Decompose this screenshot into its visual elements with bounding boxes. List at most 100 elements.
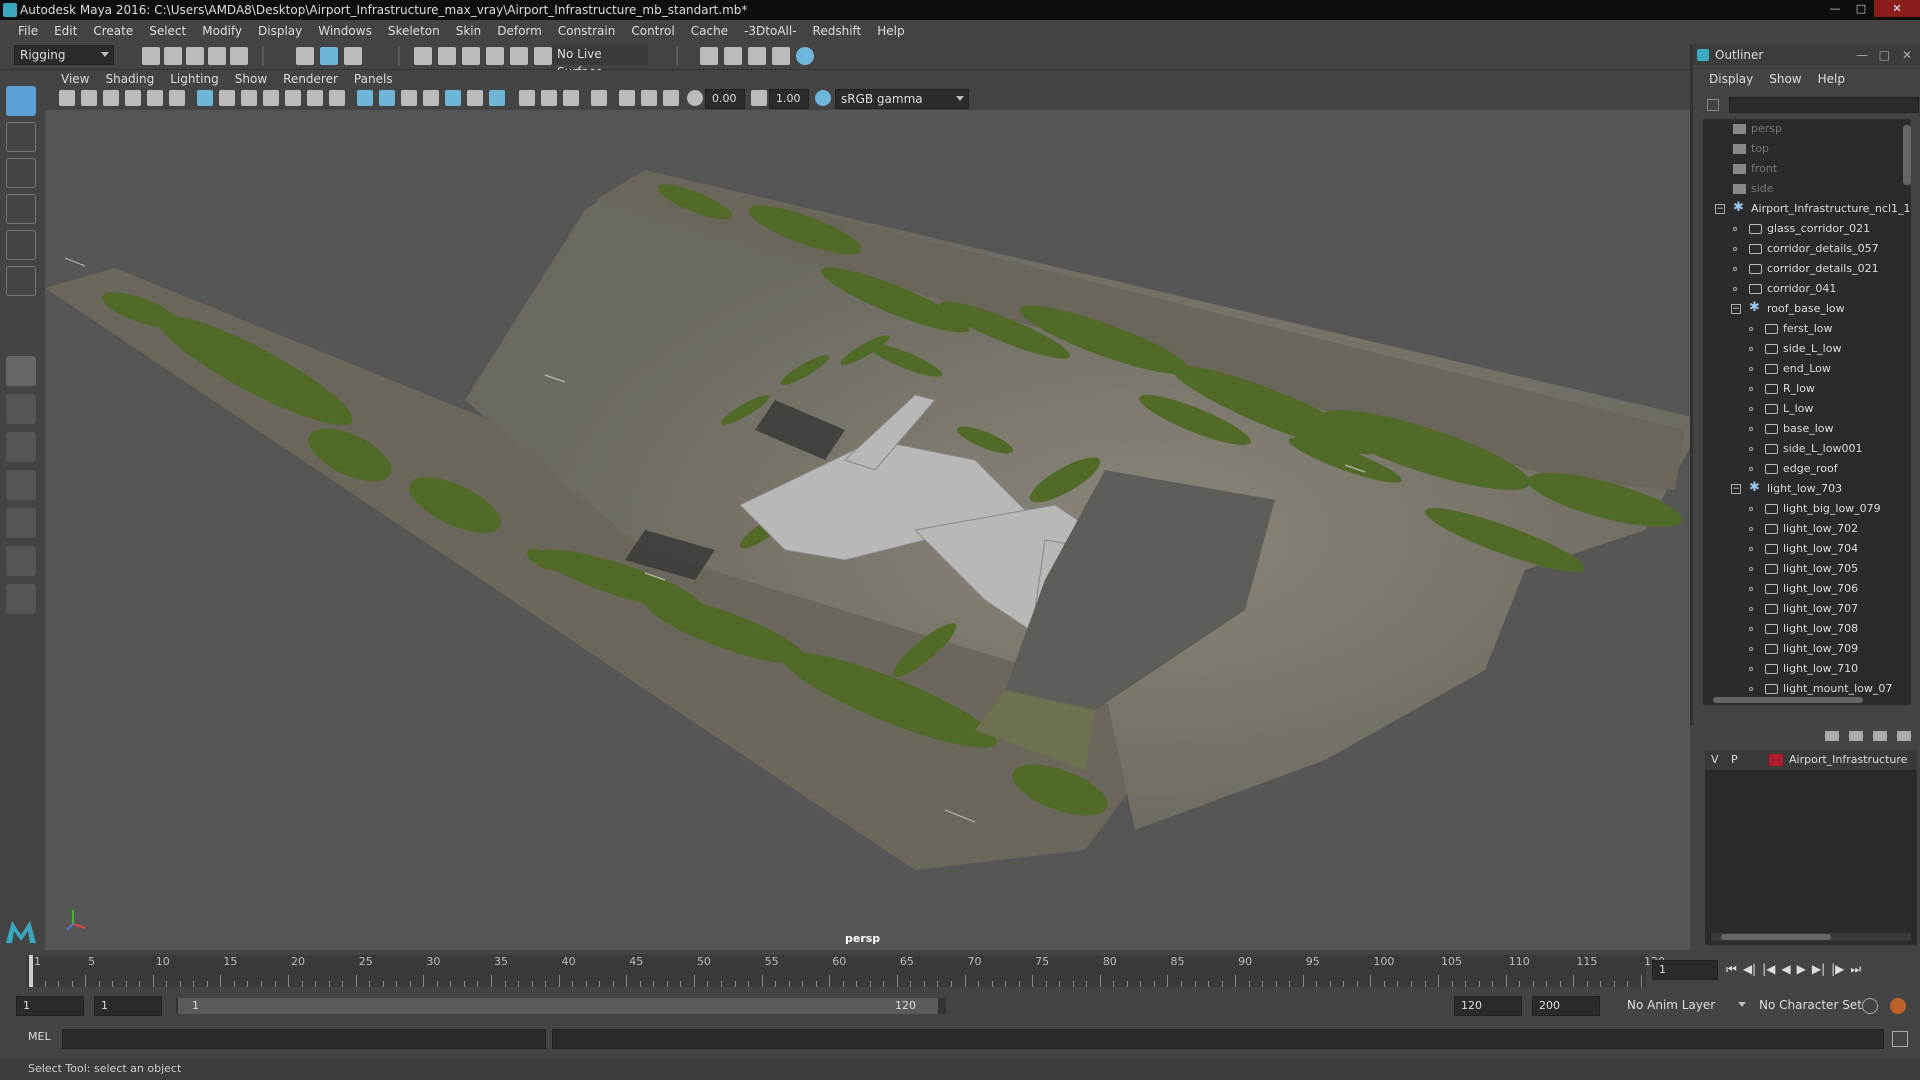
- bookmark-icon[interactable]: [103, 90, 119, 106]
- panel-menu-show[interactable]: Show: [227, 70, 275, 88]
- motion-blur-icon[interactable]: [519, 90, 535, 106]
- outliner-item[interactable]: light_low_710: [1703, 659, 1911, 679]
- outliner-item[interactable]: persp: [1703, 119, 1911, 139]
- mel-input[interactable]: [62, 1029, 546, 1049]
- outliner-menu-show[interactable]: Show: [1761, 69, 1809, 89]
- open-scene-icon[interactable]: [164, 47, 182, 65]
- new-layer-icon[interactable]: [1873, 731, 1887, 741]
- outliner-item[interactable]: light_low_702: [1703, 519, 1911, 539]
- outliner-item[interactable]: ferst_low: [1703, 319, 1911, 339]
- range-slider[interactable]: 1 120: [176, 998, 946, 1014]
- outliner-item[interactable]: side_L_low: [1703, 339, 1911, 359]
- collapse-icon[interactable]: −: [1715, 204, 1725, 214]
- move-tool-icon[interactable]: [6, 194, 36, 224]
- menu-control[interactable]: Control: [623, 20, 682, 42]
- gate-mask-icon[interactable]: [263, 90, 279, 106]
- lasso-tool-icon[interactable]: [6, 122, 36, 152]
- scale-tool-icon[interactable]: [6, 266, 36, 296]
- minimize-icon[interactable]: —: [1822, 0, 1848, 17]
- close-icon[interactable]: ✕: [1902, 45, 1912, 65]
- layer-scrollbar[interactable]: [1711, 933, 1911, 941]
- snap-curve-icon[interactable]: [438, 47, 456, 65]
- snap-live-icon[interactable]: [510, 47, 528, 65]
- panel-menu-renderer[interactable]: Renderer: [275, 70, 346, 88]
- resolution-gate-icon[interactable]: [241, 90, 257, 106]
- render-current-frame-icon[interactable]: [724, 47, 742, 65]
- outliner-item[interactable]: light_low_708: [1703, 619, 1911, 639]
- time-slider[interactable]: 1 5 10 15 20 25 30 35 40 45 50 55 60 65 70 75 80 85 90 95 10…: [0, 952, 1920, 992]
- outliner-item[interactable]: side: [1703, 179, 1911, 199]
- new-scene-icon[interactable]: [142, 47, 160, 65]
- isolate-select-icon[interactable]: [591, 90, 607, 106]
- maximize-icon[interactable]: □: [1848, 0, 1874, 17]
- paint-select-tool-icon[interactable]: [6, 158, 36, 188]
- image-plane-icon[interactable]: [125, 90, 141, 106]
- layer-playback-toggle[interactable]: P: [1731, 750, 1738, 770]
- save-scene-icon[interactable]: [186, 47, 204, 65]
- persp-hypershade-layout-icon[interactable]: [6, 508, 36, 538]
- filter-icon[interactable]: [1707, 99, 1719, 111]
- play-backwards-icon[interactable]: ◀: [1781, 962, 1790, 977]
- menu-help[interactable]: Help: [869, 20, 912, 42]
- scrollbar-thumb[interactable]: [1721, 934, 1831, 940]
- outliner-item[interactable]: corridor_041: [1703, 279, 1911, 299]
- menu-constrain[interactable]: Constrain: [550, 20, 624, 42]
- go-to-end-icon[interactable]: ⏭: [1850, 962, 1861, 977]
- close-icon[interactable]: ✕: [1874, 0, 1920, 17]
- gamma-field[interactable]: 1.00: [769, 89, 809, 109]
- select-camera-icon[interactable]: [59, 90, 75, 106]
- rotate-tool-icon[interactable]: [6, 230, 36, 260]
- layer-row[interactable]: V P Airport_Infrastructure: [1705, 750, 1917, 770]
- camera-attributes-icon[interactable]: [81, 90, 97, 106]
- menu-3dtoall[interactable]: -3DtoAll-: [736, 20, 804, 42]
- menu-set-dropdown[interactable]: Rigging: [14, 45, 114, 65]
- outliner-horizontal-scrollbar[interactable]: [1703, 695, 1911, 705]
- range-slider-handle[interactable]: 1 120: [178, 998, 938, 1014]
- textured-icon[interactable]: [423, 90, 439, 106]
- menu-file[interactable]: File: [10, 20, 46, 42]
- menu-skin[interactable]: Skin: [448, 20, 490, 42]
- exposure-icon[interactable]: [687, 90, 703, 106]
- grease-pencil-icon[interactable]: [169, 90, 185, 106]
- menu-edit[interactable]: Edit: [46, 20, 85, 42]
- outliner-search-input[interactable]: [1729, 97, 1919, 113]
- time-slider-track[interactable]: 1 5 10 15 20 25 30 35 40 45 50 55 60 65 70 75 80 85 90 95 10…: [26, 955, 1665, 987]
- color-management-icon[interactable]: [815, 90, 831, 106]
- collapse-icon[interactable]: −: [1731, 304, 1741, 314]
- live-surface-field[interactable]: No Live Surface: [552, 45, 648, 79]
- outliner-item[interactable]: corridor_details_057: [1703, 239, 1911, 259]
- outliner-item[interactable]: R_low: [1703, 379, 1911, 399]
- undo-icon[interactable]: [208, 47, 226, 65]
- snap-surface-icon[interactable]: [534, 47, 552, 65]
- render-view-icon[interactable]: [772, 47, 790, 65]
- snap-view-plane-icon[interactable]: [486, 47, 504, 65]
- current-time-marker[interactable]: [29, 955, 33, 987]
- outliner-item[interactable]: edge_roof: [1703, 459, 1911, 479]
- outliner-item[interactable]: top: [1703, 139, 1911, 159]
- maximize-icon[interactable]: □: [1879, 45, 1890, 65]
- redo-icon[interactable]: [230, 47, 248, 65]
- panel-menu-shading[interactable]: Shading: [97, 70, 162, 88]
- step-back-key-icon[interactable]: ◀|: [1743, 962, 1756, 977]
- single-perspective-layout-icon[interactable]: [6, 356, 36, 386]
- outliner-item[interactable]: − ✱ light_low_703: [1703, 479, 1911, 499]
- minimize-icon[interactable]: —: [1856, 45, 1868, 65]
- perspective-viewport[interactable]: persp: [45, 110, 1690, 950]
- new-layer-selected-icon[interactable]: [1897, 731, 1911, 741]
- view-transform-dropdown[interactable]: sRGB gamma: [835, 89, 969, 109]
- wireframe-icon[interactable]: [357, 90, 373, 106]
- shadows-icon[interactable]: [467, 90, 483, 106]
- xray-active-icon[interactable]: [641, 90, 657, 106]
- ipr-render-icon[interactable]: [748, 47, 766, 65]
- menu-modify[interactable]: Modify: [194, 20, 250, 42]
- outliner-item[interactable]: side_L_low001: [1703, 439, 1911, 459]
- menu-skeleton[interactable]: Skeleton: [380, 20, 448, 42]
- panel-menu-view[interactable]: View: [53, 70, 97, 88]
- custom-layout-icon[interactable]: [6, 584, 36, 614]
- snap-point-icon[interactable]: [462, 47, 480, 65]
- playback-end-field[interactable]: 120: [1454, 996, 1522, 1016]
- outliner-menu-display[interactable]: Display: [1701, 69, 1761, 89]
- character-set-dropdown[interactable]: No Character Set: [1754, 996, 1864, 1016]
- outliner-item[interactable]: glass_corridor_021: [1703, 219, 1911, 239]
- grid-toggle-icon[interactable]: [197, 90, 213, 106]
